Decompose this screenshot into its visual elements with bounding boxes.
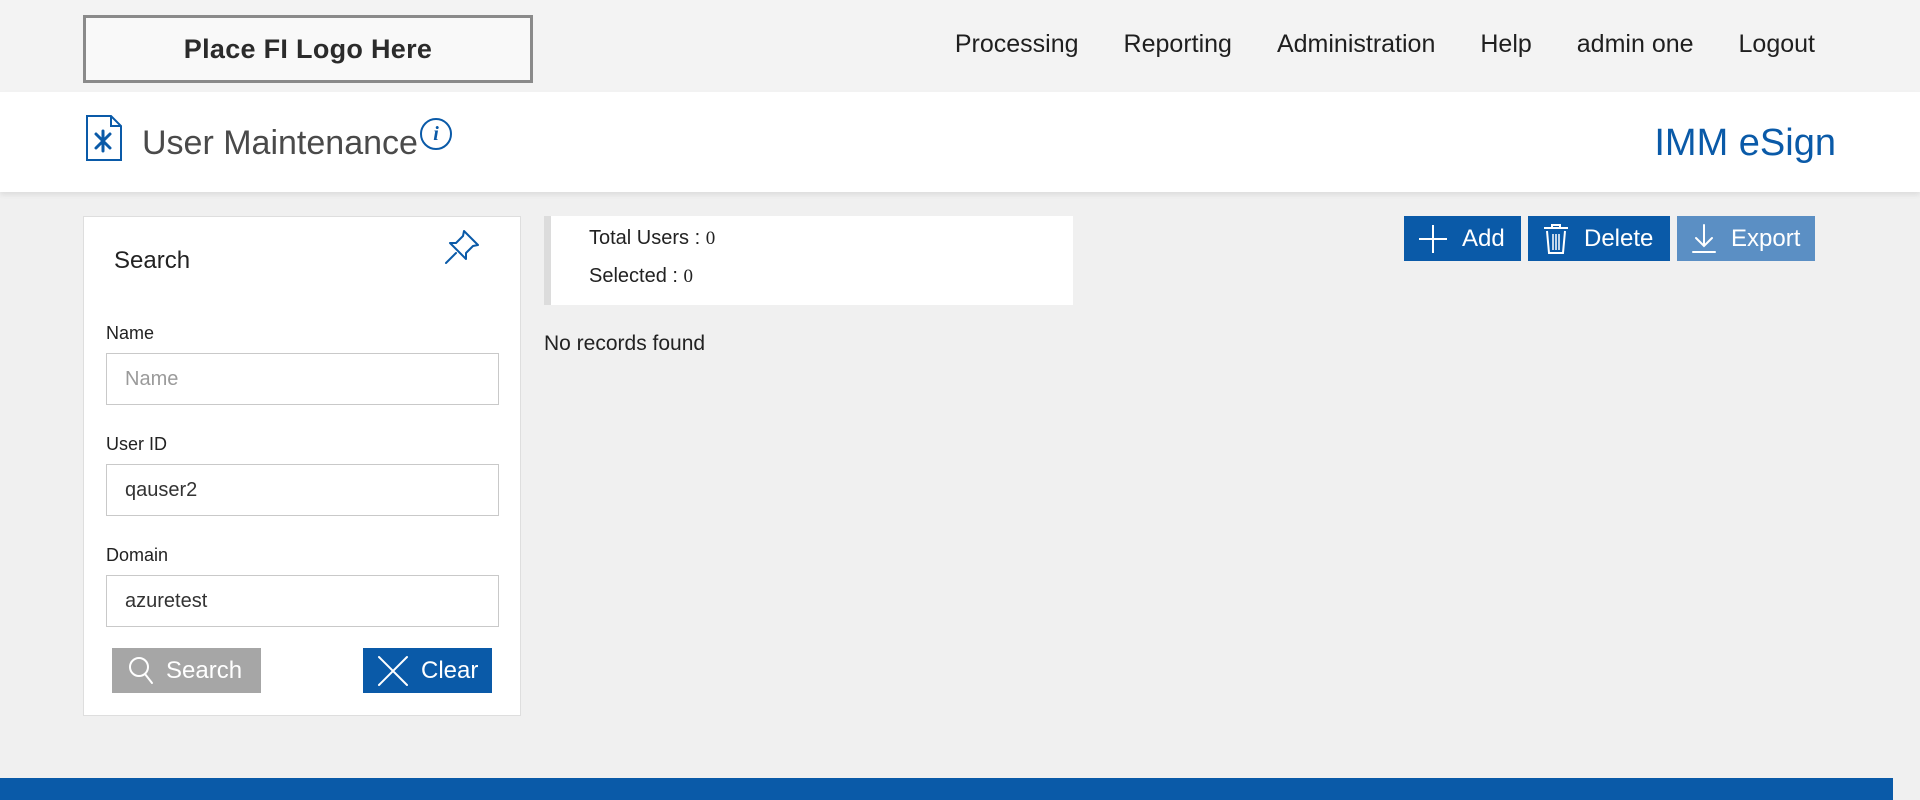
selected-users: Selected : 0	[589, 265, 693, 288]
add-button-label: Add	[1462, 224, 1505, 252]
search-icon	[129, 656, 153, 684]
page-title: User Maintenance	[142, 124, 418, 162]
plus-icon	[1419, 224, 1447, 253]
user-maintenance-icon	[86, 115, 122, 161]
nav-reporting[interactable]: Reporting	[1124, 30, 1232, 59]
export-button[interactable]: Export	[1677, 216, 1815, 261]
selected-label: Selected :	[589, 265, 684, 287]
clear-button[interactable]: Clear	[363, 648, 492, 693]
clear-button-label: Clear	[421, 656, 479, 684]
export-button-label: Export	[1731, 224, 1801, 252]
total-users-label: Total Users :	[589, 227, 706, 249]
nav-logout[interactable]: Logout	[1739, 30, 1815, 59]
top-header: Place FI Logo Here Processing Reporting …	[0, 0, 1920, 92]
search-button[interactable]: Search	[112, 648, 261, 693]
name-label: Name	[106, 323, 155, 343]
nav-administration[interactable]: Administration	[1277, 30, 1435, 59]
nav-processing[interactable]: Processing	[955, 30, 1079, 59]
logo-placeholder: Place FI Logo Here	[83, 15, 533, 83]
pin-icon[interactable]	[442, 227, 482, 267]
name-input[interactable]	[106, 353, 499, 405]
results-summary: Total Users : 0 Selected : 0	[544, 216, 1073, 305]
nav-user-menu[interactable]: admin one	[1577, 30, 1694, 59]
footer-bar	[0, 778, 1893, 800]
domain-input[interactable]	[106, 575, 499, 627]
close-icon	[378, 655, 408, 686]
user-id-label: User ID	[106, 434, 168, 454]
title-bar: User Maintenance i IMM eSign	[0, 92, 1920, 192]
total-users-count: 0	[705, 228, 716, 249]
main-nav: Processing Reporting Administration Help…	[955, 30, 1815, 59]
empty-results-message: No records found	[544, 332, 706, 355]
total-users: Total Users : 0	[589, 227, 715, 250]
info-icon[interactable]: i	[420, 118, 452, 150]
search-button-label: Search	[166, 656, 243, 684]
selected-count: 0	[683, 266, 694, 287]
search-panel: Search Name User ID Domain Search Clear	[83, 216, 521, 716]
user-id-input[interactable]	[106, 464, 499, 516]
domain-label: Domain	[106, 545, 169, 565]
trash-icon	[1544, 223, 1568, 254]
delete-button-label: Delete	[1584, 224, 1654, 252]
search-panel-title: Search	[114, 247, 191, 274]
product-brand: IMM eSign	[1654, 122, 1836, 164]
add-user-button[interactable]: Add	[1404, 216, 1521, 261]
delete-user-button[interactable]: Delete	[1528, 216, 1670, 261]
nav-help[interactable]: Help	[1480, 30, 1531, 59]
download-icon	[1692, 223, 1716, 253]
